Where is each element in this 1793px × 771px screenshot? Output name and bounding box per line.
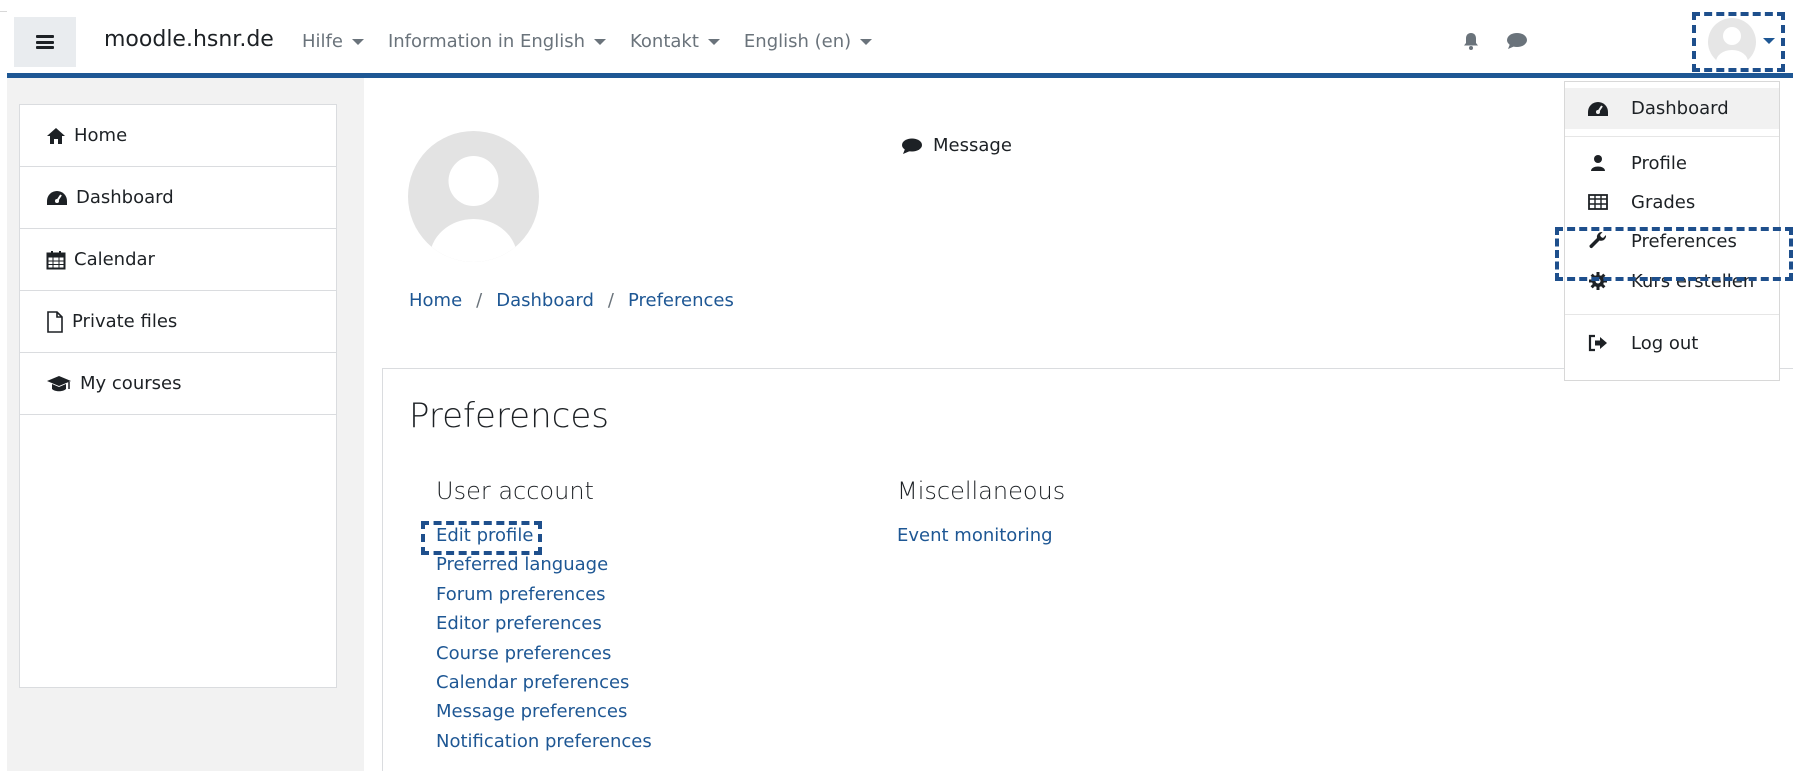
menu-label: Hilfe (302, 31, 343, 52)
caret-down-icon (1763, 38, 1775, 44)
sidebar-item-home[interactable]: Home (20, 105, 336, 167)
menu-item-label: Profile (1631, 152, 1687, 174)
sidebar-item-my-courses[interactable]: My courses (20, 353, 336, 415)
caret-down-icon (351, 38, 364, 45)
menu-item-grades[interactable]: Grades (1565, 183, 1779, 221)
user-icon (1591, 155, 1605, 171)
course-preferences-link[interactable]: Course preferences (436, 639, 652, 668)
sidebar-item-label: Calendar (74, 249, 155, 270)
user-account-links: Edit profile Preferred language Forum pr… (436, 521, 652, 756)
menu-label: Information in English (387, 31, 585, 52)
miscellaneous-heading: Miscellaneous (897, 477, 1066, 505)
menu-divider (1565, 314, 1779, 315)
menu-label: English (en) (743, 31, 852, 52)
chat-icon[interactable] (1506, 31, 1528, 51)
caret-down-icon (707, 38, 720, 45)
menu-label: Kontakt (630, 31, 699, 52)
graduation-cap-icon (47, 375, 71, 391)
calendar-preferences-link[interactable]: Calendar preferences (436, 668, 652, 697)
user-account-heading: User account (436, 477, 594, 505)
menu-divider (1565, 136, 1779, 137)
avatar (1708, 18, 1756, 66)
menu-hilfe[interactable]: Hilfe (302, 31, 364, 52)
sidebar-item-private-files[interactable]: Private files (20, 291, 336, 353)
menu-item-log-out[interactable]: Log out (1565, 323, 1779, 363)
edit-profile-highlight (421, 521, 542, 555)
sidebar-item-label: My courses (80, 373, 182, 394)
breadcrumb-dashboard[interactable]: Dashboard (496, 290, 594, 311)
breadcrumb-separator: / (607, 290, 614, 311)
bell-icon[interactable] (1461, 31, 1481, 51)
menu-item-label: Log out (1631, 332, 1699, 354)
breadcrumb-separator: / (476, 290, 483, 311)
browser-viewport: moodle.hsnr.de Hilfe Information in Engl… (7, 11, 1793, 771)
file-icon (47, 310, 63, 333)
hamburger-icon (36, 35, 54, 49)
user-menu-toggle[interactable] (1692, 12, 1785, 72)
misc-links: Event monitoring (897, 521, 1053, 550)
breadcrumb: Home / Dashboard / Preferences (409, 290, 734, 311)
event-monitoring-link[interactable]: Event monitoring (897, 521, 1053, 550)
menu-information-english[interactable]: Information in English (388, 31, 606, 52)
preferences-highlight (1555, 227, 1793, 281)
menu-item-label: Grades (1631, 191, 1696, 213)
breadcrumb-preferences[interactable]: Preferences (628, 290, 734, 311)
dashboard-icon (1588, 101, 1608, 116)
site-brand[interactable]: moodle.hsnr.de (104, 27, 274, 52)
sidebar-item-label: Dashboard (76, 187, 174, 208)
sidebar-item-label: Home (74, 125, 128, 146)
message-label: Message (933, 135, 1012, 156)
menu-item-label: Dashboard (1631, 98, 1729, 119)
navbar: moodle.hsnr.de Hilfe Information in Engl… (7, 11, 1793, 73)
nav-drawer: Home Dashboard Calendar Private files My… (19, 104, 337, 688)
comment-icon (902, 138, 922, 154)
sidebar-item-label: Private files (72, 311, 178, 332)
menu-item-profile[interactable]: Profile (1565, 144, 1779, 182)
custom-menu: Hilfe Information in English Kontakt Eng… (302, 31, 873, 52)
menu-item-dashboard[interactable]: Dashboard (1565, 88, 1779, 129)
home-icon (47, 127, 65, 144)
menu-kontakt[interactable]: Kontakt (630, 31, 720, 52)
caret-down-icon (860, 38, 873, 45)
dashboard-icon (47, 190, 67, 205)
forum-preferences-link[interactable]: Forum preferences (436, 580, 652, 609)
profile-picture (408, 131, 539, 262)
message-preferences-link[interactable]: Message preferences (436, 697, 652, 726)
sign-out-icon (1588, 334, 1607, 352)
drawer-toggle-button[interactable] (14, 17, 76, 67)
menu-language[interactable]: English (en) (743, 31, 873, 52)
editor-preferences-link[interactable]: Editor preferences (436, 609, 652, 638)
sidebar-item-dashboard[interactable]: Dashboard (20, 167, 336, 229)
table-icon (1588, 194, 1608, 210)
calendar-icon (46, 250, 66, 269)
caret-down-icon (594, 38, 606, 45)
message-button[interactable]: Message (901, 135, 1012, 156)
notification-preferences-link[interactable]: Notification preferences (436, 727, 652, 756)
breadcrumb-home[interactable]: Home (409, 290, 462, 311)
page-title: Preferences (409, 396, 609, 436)
sidebar-item-calendar[interactable]: Calendar (20, 229, 336, 291)
